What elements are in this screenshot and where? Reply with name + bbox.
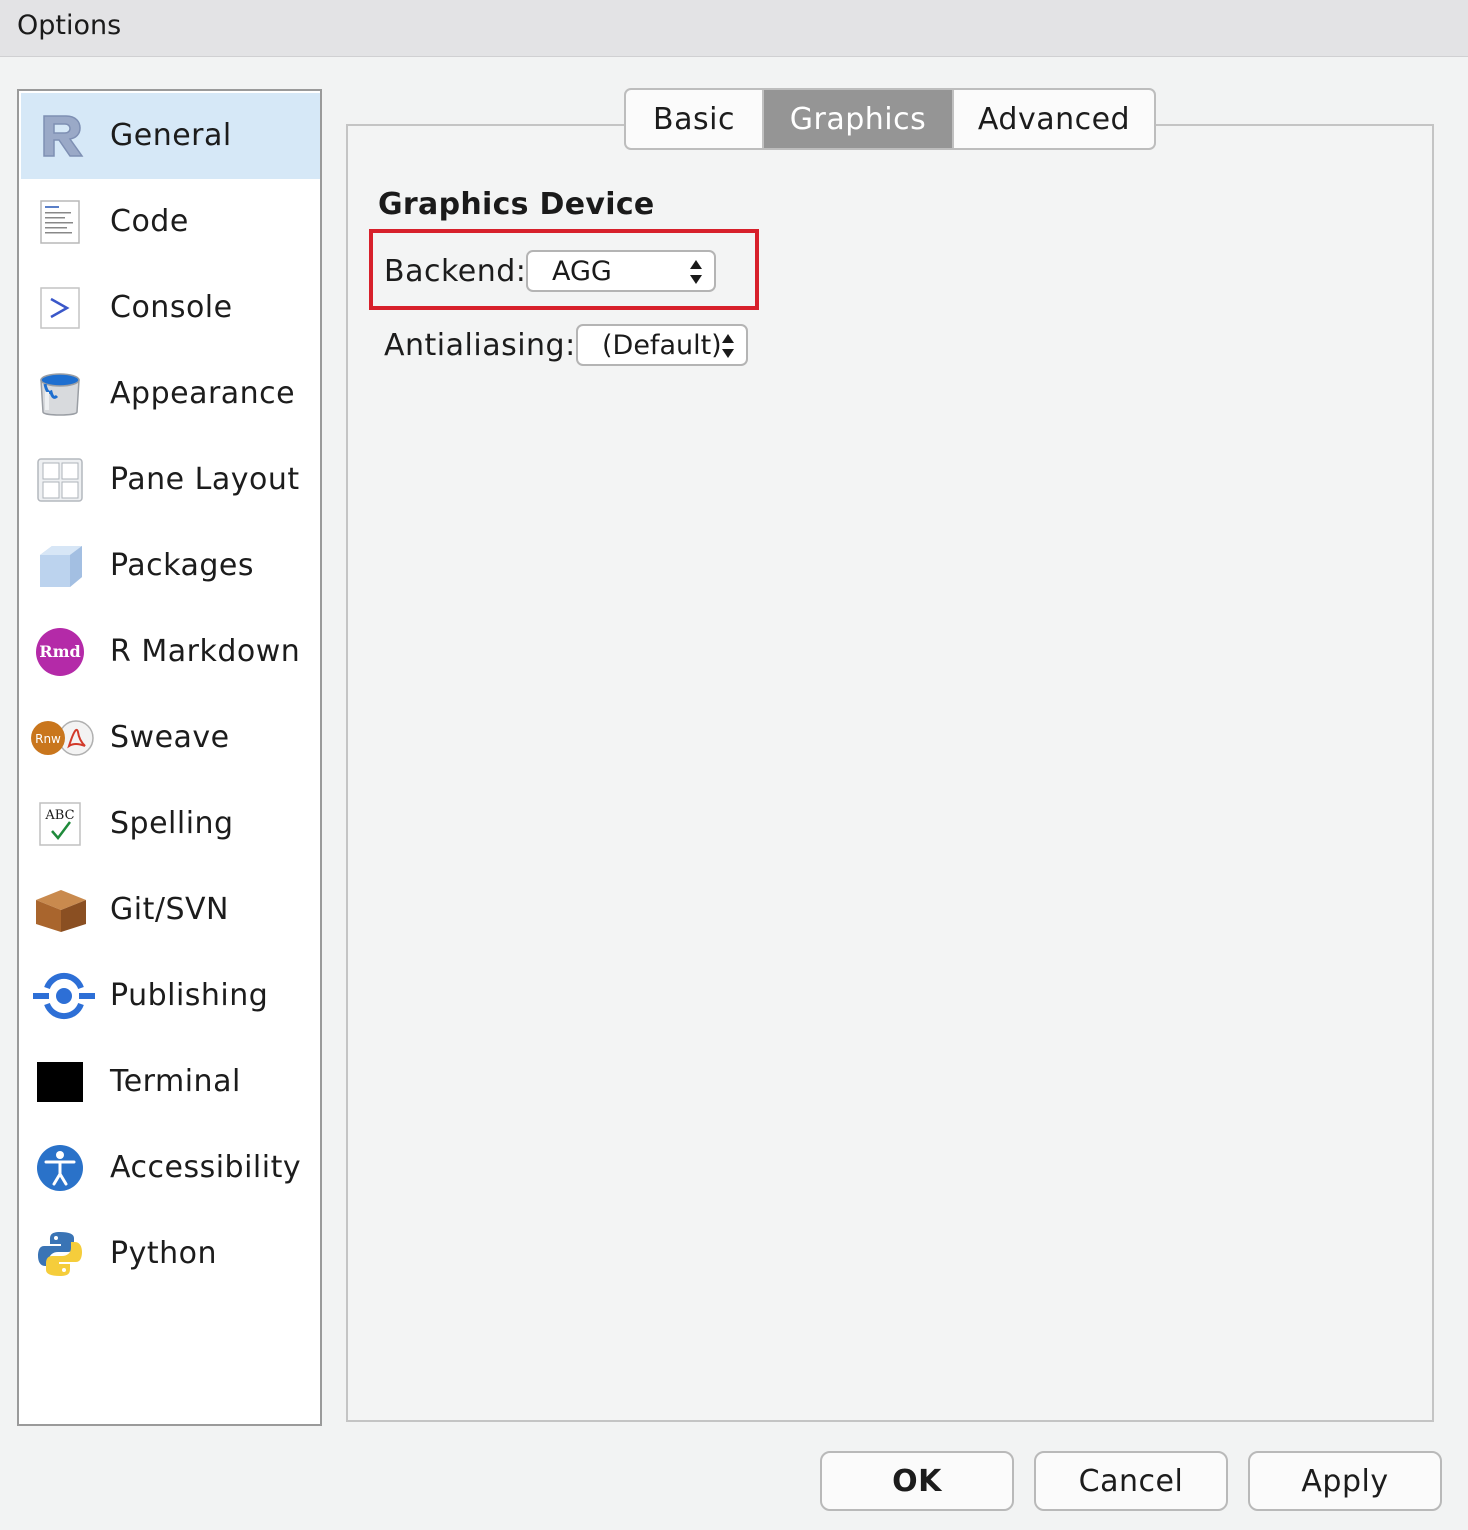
sidebar-item-console[interactable]: Console — [21, 265, 320, 351]
antialiasing-label: Antialiasing: — [384, 328, 576, 363]
sidebar-item-label: Packages — [110, 548, 254, 583]
sidebar-item-label: Terminal — [110, 1064, 241, 1099]
svg-text:Rnw: Rnw — [35, 732, 61, 746]
sidebar-item-label: Accessibility — [110, 1150, 302, 1185]
sidebar-item-label: Publishing — [110, 978, 269, 1013]
package-cube-icon — [35, 542, 85, 590]
sidebar-item-label: Pane Layout — [110, 462, 300, 497]
terminal-icon — [35, 1058, 85, 1106]
git-box-icon — [31, 886, 91, 934]
sidebar-item-terminal[interactable]: Terminal — [21, 1039, 320, 1125]
accessibility-icon — [35, 1144, 85, 1192]
ok-button[interactable]: OK — [820, 1451, 1014, 1511]
sidebar-item-label: Code — [110, 204, 189, 239]
sidebar-item-label: Console — [110, 290, 233, 325]
options-sidebar: General Code Console Appearance Pane Lay… — [17, 89, 322, 1426]
sidebar-item-label: R Markdown — [110, 634, 301, 669]
python-icon — [35, 1230, 85, 1278]
backend-label: Backend: — [384, 254, 527, 289]
up-down-arrows-icon — [720, 331, 736, 361]
sidebar-item-label: Spelling — [110, 806, 234, 841]
sidebar-item-pane-layout[interactable]: Pane Layout — [21, 437, 320, 523]
sweave-pdf-icon: Rnw — [29, 714, 95, 762]
sidebar-item-label: Appearance — [110, 376, 296, 411]
antialiasing-select-value: (Default) — [602, 330, 722, 361]
sidebar-item-label: Sweave — [110, 720, 230, 755]
publishing-icon — [31, 972, 97, 1020]
sidebar-item-r-markdown[interactable]: Rmd R Markdown — [21, 609, 320, 695]
tab-bar: Basic Graphics Advanced — [624, 88, 1156, 150]
sidebar-item-label: General — [110, 118, 232, 153]
title-bar: Options — [0, 0, 1468, 57]
sidebar-item-label: Git/SVN — [110, 892, 229, 927]
console-prompt-icon — [35, 284, 85, 332]
up-down-arrows-icon — [688, 257, 704, 287]
backend-select[interactable]: AGG — [526, 250, 716, 292]
r-logo-icon — [35, 112, 85, 160]
sidebar-item-general[interactable]: General — [21, 93, 320, 179]
rmd-icon: Rmd — [35, 628, 85, 676]
paint-bucket-icon — [35, 370, 85, 418]
svg-text:ABC: ABC — [44, 808, 74, 823]
window-title: Options — [17, 10, 122, 41]
sidebar-item-code[interactable]: Code — [21, 179, 320, 265]
sidebar-item-packages[interactable]: Packages — [21, 523, 320, 609]
code-document-icon — [35, 198, 85, 246]
spelling-abc-check-icon: ABC — [35, 800, 85, 848]
tab-graphics[interactable]: Graphics — [762, 90, 952, 148]
sidebar-item-spelling[interactable]: ABC Spelling — [21, 781, 320, 867]
sidebar-item-publishing[interactable]: Publishing — [21, 953, 320, 1039]
sidebar-item-python[interactable]: Python — [21, 1211, 320, 1297]
tab-basic[interactable]: Basic — [626, 90, 762, 148]
cancel-button[interactable]: Cancel — [1034, 1451, 1228, 1511]
sidebar-item-sweave[interactable]: Rnw Sweave — [21, 695, 320, 781]
tab-advanced[interactable]: Advanced — [952, 90, 1154, 148]
apply-button[interactable]: Apply — [1248, 1451, 1442, 1511]
antialiasing-select[interactable]: (Default) — [576, 324, 748, 366]
section-title: Graphics Device — [378, 187, 655, 222]
sidebar-item-accessibility[interactable]: Accessibility — [21, 1125, 320, 1211]
graphics-panel — [346, 124, 1434, 1422]
backend-select-value: AGG — [552, 256, 612, 287]
pane-grid-icon — [35, 456, 85, 504]
svg-text:Rmd: Rmd — [39, 642, 80, 661]
sidebar-item-label: Python — [110, 1236, 217, 1271]
sidebar-item-appearance[interactable]: Appearance — [21, 351, 320, 437]
sidebar-item-git-svn[interactable]: Git/SVN — [21, 867, 320, 953]
